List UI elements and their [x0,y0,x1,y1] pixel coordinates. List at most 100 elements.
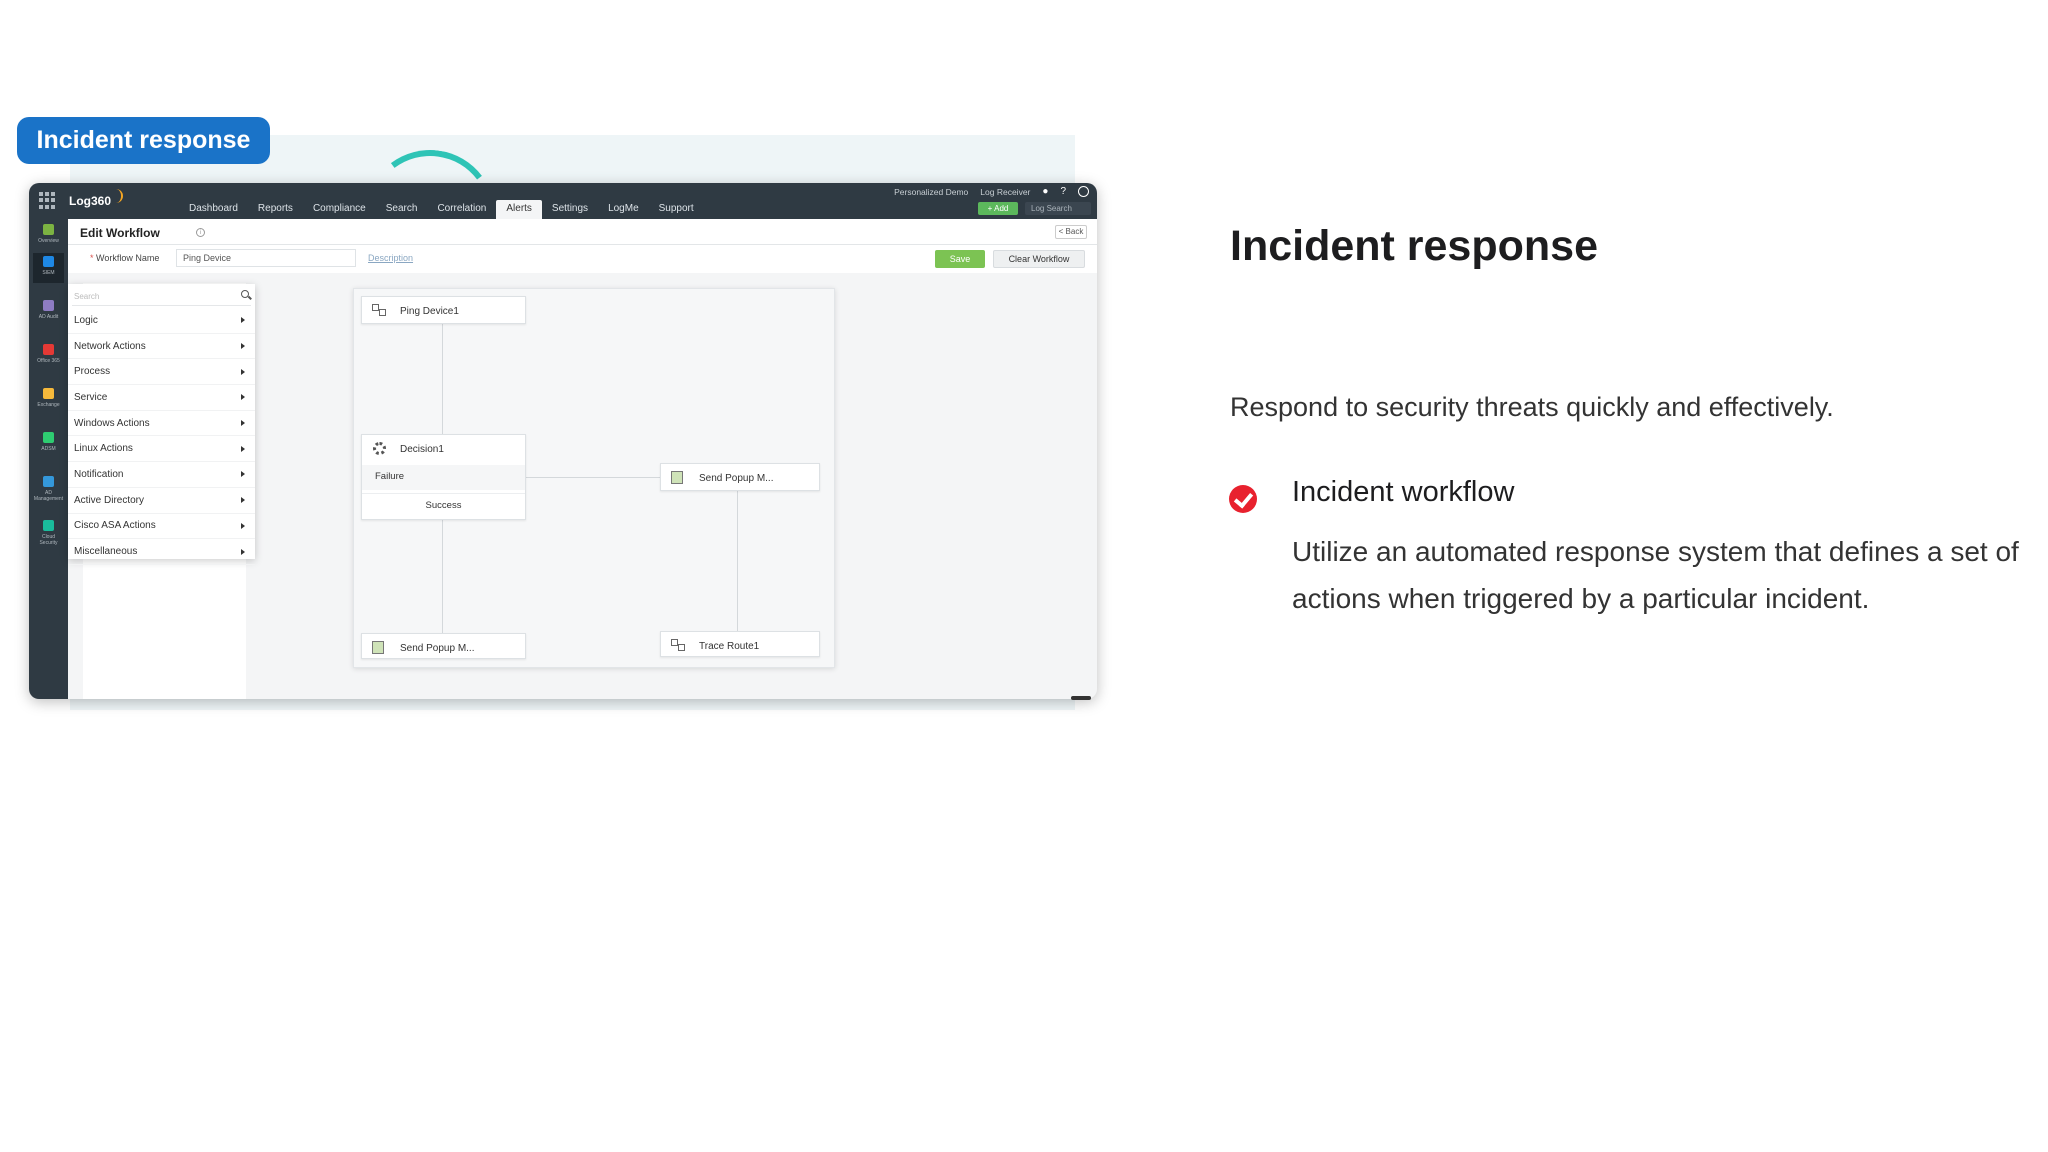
left-nav-adsm[interactable]: ADSM [33,429,64,459]
chevron-right-icon [241,497,245,504]
help-icon[interactable]: ? [1060,186,1066,197]
chevron-right-icon [241,343,245,350]
app-grid-icon[interactable] [39,192,56,209]
palette-item-label: Network Actions [74,340,146,352]
palette-item-label: Active Directory [74,494,145,506]
left-nav-exchange[interactable]: Exchange [33,385,64,415]
left-nav-label: ADSM [41,446,56,452]
left-nav-office365[interactable]: Office 365 [33,341,64,371]
user-icon[interactable] [1078,186,1089,197]
palette-item-windows-actions[interactable]: Windows Actions [68,411,255,437]
gear-icon [373,442,386,455]
palette-item-label: Cisco ASA Actions [74,520,156,532]
decision-success-branch[interactable]: Success [362,493,525,518]
left-nav-label: Exchange [37,402,60,408]
feature-title: Incident workflow [1292,476,1515,508]
clear-workflow-button[interactable]: Clear Workflow [993,250,1085,268]
adsm-icon [43,432,54,443]
office365-icon [43,344,54,355]
palette-item-active-directory[interactable]: Active Directory [68,488,255,514]
tab-compliance[interactable]: Compliance [303,200,376,219]
ping-icon [372,304,389,318]
workflow-name-label-text: Workflow Name [96,253,160,263]
popup-icon [372,641,384,654]
top-bar: Log360 Dashboard Reports Compliance Sear… [29,183,1097,219]
ad-management-icon [43,476,54,487]
workflow-name-input[interactable]: Ping Device [176,249,356,267]
back-button[interactable]: < Back [1055,225,1087,239]
chevron-right-icon [241,368,245,375]
overview-icon [43,224,54,235]
tab-alerts[interactable]: Alerts [496,200,542,219]
left-nav-label: Overview [38,238,59,244]
tab-correlation[interactable]: Correlation [427,200,496,219]
bell-icon[interactable]: ● [1042,186,1048,197]
connector-line [737,487,738,635]
ad-audit-icon [43,300,54,311]
palette-item-cisco-asa-actions[interactable]: Cisco ASA Actions [68,514,255,540]
palette-item-service[interactable]: Service [68,385,255,411]
left-nav-ad-audit[interactable]: AD Audit [33,297,64,327]
left-nav-label: Cloud Security [39,534,58,546]
exchange-icon [43,388,54,399]
section-subtitle: Respond to security threats quickly and … [1230,392,1834,422]
chevron-right-icon [241,548,245,555]
scrollbar-handle[interactable] [1071,696,1091,700]
palette-item-logic[interactable]: Logic [68,308,255,334]
node-trace-route[interactable]: Trace Route1 [660,631,820,657]
tab-search[interactable]: Search [376,200,428,219]
chevron-right-icon [241,394,245,401]
save-button[interactable]: Save [935,250,985,268]
node-label: Decision1 [400,444,444,455]
log-receiver-link[interactable]: Log Receiver [980,187,1030,197]
node-ping-device[interactable]: Ping Device1 [361,296,526,324]
tab-logme[interactable]: LogMe [598,200,649,219]
left-nav-overview[interactable]: Overview [33,221,64,251]
tab-dashboard[interactable]: Dashboard [179,200,248,219]
palette-item-notification[interactable]: Notification [68,462,255,488]
workflow-canvas[interactable]: Ping Device1 Decision1 Failure Success S… [353,288,835,668]
palette-item-miscellaneous[interactable]: Miscellaneous [68,539,255,565]
left-nav-label: Office 365 [37,358,60,364]
left-nav-siem[interactable]: SIEM [33,253,64,283]
palette-item-network-actions[interactable]: Network Actions [68,334,255,360]
description-link[interactable]: Description [368,253,413,263]
left-nav-label: AD Management [33,490,64,502]
personalized-demo-link[interactable]: Personalized Demo [894,187,968,197]
tab-support[interactable]: Support [649,200,704,219]
left-nav-cloud-security[interactable]: Cloud Security [33,517,64,547]
node-send-popup-bottom[interactable]: Send Popup M... [361,633,526,659]
palette-item-process[interactable]: Process [68,359,255,386]
tab-settings[interactable]: Settings [542,200,598,219]
node-label: Send Popup M... [400,643,475,654]
app-name[interactable]: Log360 [69,194,111,208]
add-button[interactable]: + Add [978,202,1018,215]
tab-reports[interactable]: Reports [248,200,303,219]
connector-line [442,520,443,638]
node-label: Ping Device1 [400,306,459,317]
logo-swoosh-icon [113,189,123,203]
workflow-form: * Workflow Name Ping Device Description … [68,245,1097,273]
search-icon[interactable] [241,290,249,298]
log-search-input[interactable]: Log Search [1025,202,1091,215]
section-title: Incident response [1230,222,1598,270]
info-icon[interactable]: i [196,228,205,237]
left-nav-label: SIEM [42,270,55,276]
left-nav-ad-management[interactable]: AD Management [33,473,64,503]
palette-item-label: Process [74,366,111,378]
left-nav: Overview SIEM AD Audit Office 365 Exchan… [29,219,68,699]
decision-failure-branch[interactable]: Failure [362,465,525,490]
node-send-popup-right[interactable]: Send Popup M... [660,463,820,491]
workflow-name-label: * Workflow Name [90,253,160,263]
palette-item-label: Miscellaneous [74,546,138,558]
chevron-right-icon [241,522,245,529]
palette-item-label: Service [74,391,108,403]
palette-item-linux-actions[interactable]: Linux Actions [68,436,255,463]
left-nav-label: AD Audit [38,314,59,320]
palette-search-input[interactable]: Search [72,288,251,306]
node-decision[interactable]: Decision1 Failure Success [361,434,526,520]
palette-list: Logic Network Actions Process Service Wi… [68,308,255,565]
action-palette: Search Logic Network Actions Process Ser… [68,284,255,565]
siem-icon [43,256,54,267]
palette-item-label: Logic [74,314,98,326]
